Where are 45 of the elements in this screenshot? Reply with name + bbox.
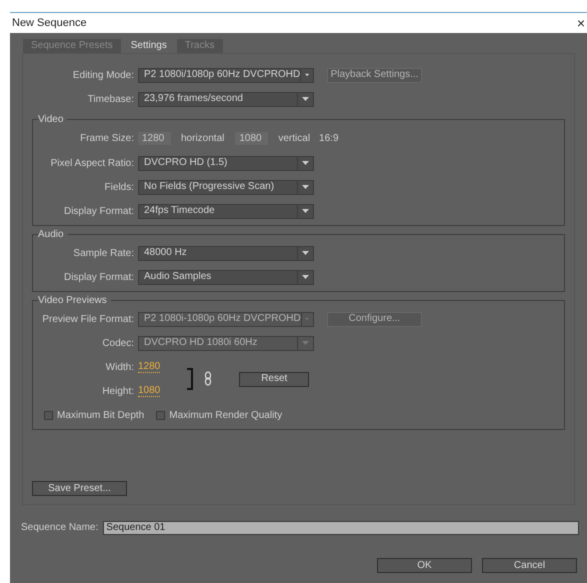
field-label: Width:	[104, 360, 135, 374]
checkbox[interactable]	[44, 410, 53, 420]
checkbox[interactable]	[156, 410, 166, 420]
field-label: Height:	[101, 384, 135, 398]
caret-icon	[302, 251, 309, 255]
caret-icon	[302, 275, 309, 279]
field-label: Preview File Format:	[41, 312, 135, 326]
caret-icon	[302, 97, 309, 101]
width-value[interactable]: 1280	[138, 361, 160, 373]
sequence-name-field[interactable]: Sequence 01	[103, 520, 579, 534]
dropdown[interactable]: No Fields (Progressive Scan)	[138, 180, 314, 194]
caret-icon	[302, 209, 309, 213]
close-button[interactable]: ×	[576, 16, 585, 30]
caret-icon	[302, 185, 309, 189]
dropdown[interactable]: Audio Samples	[138, 270, 314, 284]
field-label: Display Format:	[62, 204, 135, 218]
caret-icon	[302, 161, 309, 165]
caret-icon	[304, 73, 309, 77]
unit-label: horizontal	[181, 132, 224, 146]
save-preset-button[interactable]: Save Preset...	[32, 481, 127, 496]
field-label: Fields:	[104, 180, 135, 194]
aspect-ratio: 16:9	[319, 132, 339, 146]
caret-icon	[302, 341, 309, 345]
reset-button[interactable]: Reset	[239, 372, 310, 386]
field-label: Sequence Name:	[21, 521, 100, 535]
checkbox-label: Maximum Render Quality	[169, 408, 282, 422]
field-label: Timebase:	[86, 92, 135, 106]
checkbox-label: Maximum Bit Depth	[57, 408, 144, 422]
height-value[interactable]: 1080	[138, 385, 160, 397]
caret-icon	[305, 317, 309, 321]
field-label: Editing Mode:	[72, 68, 135, 82]
field-label: Display Format:	[62, 270, 135, 284]
field-label: Sample Rate:	[72, 246, 135, 260]
dialog-button[interactable]: OK	[377, 558, 472, 573]
dropdown[interactable]: P2 1080i/1080p 60Hz DVCPROHD	[138, 68, 314, 82]
dropdown[interactable]: 23,976 frames/second	[138, 92, 314, 106]
dropdown[interactable]: 24fps Timecode	[138, 204, 314, 218]
dropdown[interactable]: 48000 Hz	[138, 246, 314, 260]
field-label: Codec:	[101, 336, 135, 350]
dialog-button[interactable]: Cancel	[482, 558, 577, 573]
unit-label: vertical	[278, 132, 310, 146]
window-title: New Sequence	[12, 16, 87, 31]
field-label: Pixel Aspect Ratio:	[50, 156, 135, 170]
field-label: Frame Size:	[79, 132, 135, 146]
dropdown[interactable]: DVCPRO HD (1.5)	[138, 156, 314, 170]
